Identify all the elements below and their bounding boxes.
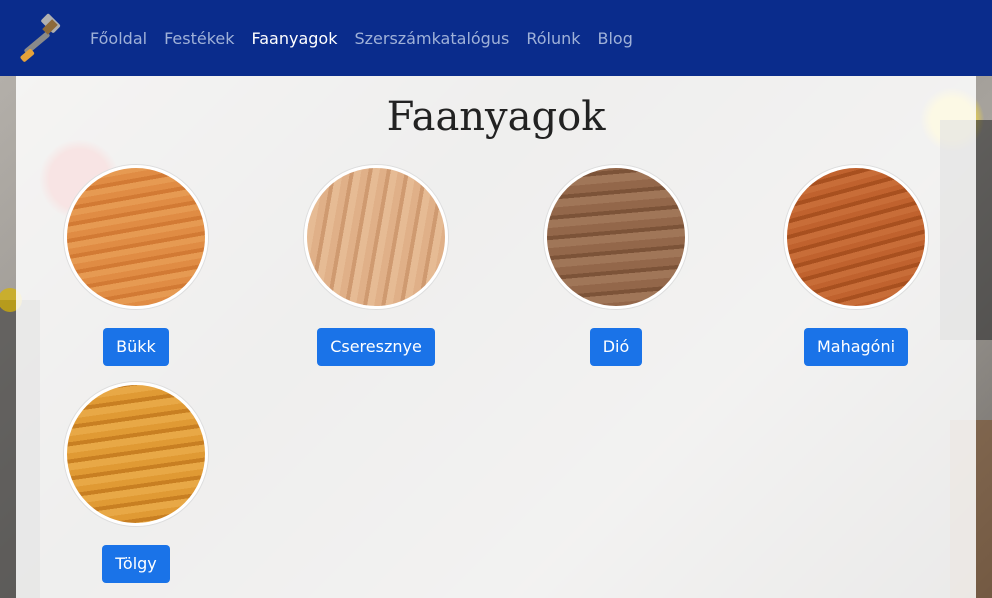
nav-link-faanyagok[interactable]: Faanyagok <box>252 29 338 48</box>
wood-button-dio[interactable]: Dió <box>589 328 643 366</box>
wood-card-cseresznye: Cseresznye <box>256 165 496 366</box>
wood-card-mahagoni: Mahagóni <box>736 165 976 366</box>
hammer-icon[interactable] <box>16 12 68 64</box>
nav-link-festekek[interactable]: Festékek <box>164 29 234 48</box>
nav-link-blog[interactable]: Blog <box>598 29 633 48</box>
wood-button-cseresznye[interactable]: Cseresznye <box>317 328 435 366</box>
wood-card-tolgy: Tölgy <box>16 382 256 583</box>
wood-swatch-image <box>64 165 208 309</box>
wood-swatch-image <box>64 382 208 526</box>
wood-swatch-image <box>784 165 928 309</box>
wood-button-bukk[interactable]: Bükk <box>103 328 169 366</box>
wood-button-tolgy[interactable]: Tölgy <box>102 545 170 583</box>
page-title: Faanyagok <box>386 94 606 140</box>
wood-button-mahagoni[interactable]: Mahagóni <box>803 328 909 366</box>
nav-link-rolunk[interactable]: Rólunk <box>526 29 580 48</box>
top-navbar: Főoldal Festékek Faanyagok Szerszámkatal… <box>0 0 992 76</box>
wood-card-dio: Dió <box>496 165 736 366</box>
wood-swatch-image <box>304 165 448 309</box>
nav-link-fooldal[interactable]: Főoldal <box>90 29 147 48</box>
wood-card-bukk: Bükk <box>16 165 256 366</box>
content-panel: Faanyagok Bükk Cseresznye Dió Mahagóni T… <box>16 76 976 598</box>
wood-swatch-image <box>544 165 688 309</box>
nav-link-szerszamkatalogus[interactable]: Szerszámkatalógus <box>354 29 509 48</box>
